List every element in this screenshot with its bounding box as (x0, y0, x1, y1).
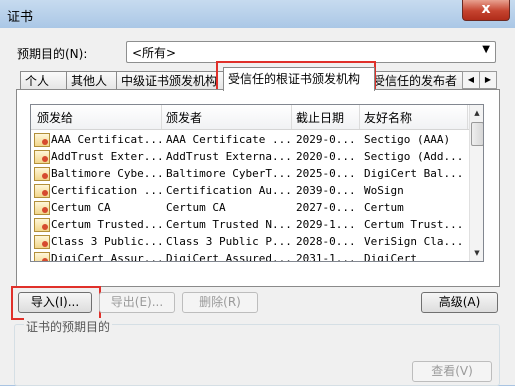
certificate-icon (34, 133, 50, 147)
tab-other-people[interactable]: 其他人 (66, 71, 120, 90)
highlight-box (11, 286, 101, 320)
tab-strip: 个人 其他人 中级证书颁发机构 受信任的根证书颁发机构 受信任的发布者 ◀ ▶ (16, 66, 498, 91)
list-header: 颁发给 颁发者 截止日期 友好名称 (31, 105, 469, 130)
table-row[interactable]: Certum Trusted... Certum Trusted N... 2029… (31, 216, 469, 233)
list-scrollbar[interactable]: ▲ ▼ (469, 105, 483, 261)
advanced-button[interactable]: 高级(A) (421, 292, 498, 313)
tab-intermediate-ca[interactable]: 中级证书颁发机构 (116, 71, 230, 90)
scroll-thumb[interactable] (471, 122, 483, 146)
window-title: 证书 (7, 10, 34, 25)
column-expiration[interactable]: 截止日期 (296, 109, 344, 126)
certificates-dialog: 证书 x 预期目的(N): <所有> ▼ 个人 其他人 中级证书颁发机构 受信任… (0, 0, 515, 386)
table-row[interactable]: DigiCert Assur... DigiCert Assured... 2031… (31, 250, 469, 261)
certificate-icon (34, 201, 50, 215)
table-row[interactable]: Class 3 Public... Class 3 Public P... 2028… (31, 233, 469, 250)
certificate-icon (34, 184, 50, 198)
tab-trusted-root-ca[interactable]: 受信任的根证书颁发机构 (223, 67, 375, 91)
table-row[interactable]: AddTrust Exter... AddTrust Externa... 2020… (31, 148, 469, 165)
title-bar: 证书 x (0, 0, 515, 28)
purposes-group-title: 证书的预期目的 (24, 318, 113, 335)
certificate-icon (34, 252, 50, 261)
table-row[interactable]: AAA Certificat... AAA Certificate ... 2029… (31, 131, 469, 148)
remove-button[interactable]: 删除(R) (182, 292, 258, 313)
purpose-value: <所有> (132, 46, 177, 60)
purpose-dropdown[interactable]: <所有> ▼ (126, 41, 496, 63)
close-button[interactable]: x (462, 0, 510, 21)
column-friendly-name[interactable]: 友好名称 (364, 109, 412, 126)
certificate-icon (34, 218, 50, 232)
certificate-icon (34, 235, 50, 249)
chevron-down-icon: ▼ (482, 44, 490, 55)
tab-personal[interactable]: 个人 (20, 71, 68, 90)
table-row[interactable]: Certum CA Certum CA 2027-0... Certum (31, 199, 469, 216)
column-issued-to[interactable]: 颁发给 (37, 109, 73, 126)
certificate-icon (34, 167, 50, 181)
certificate-icon (34, 150, 50, 164)
export-button[interactable]: 导出(E)... (99, 292, 175, 313)
table-row[interactable]: Certification ... Certification Au... 2039… (31, 182, 469, 199)
close-icon: x (481, 1, 491, 17)
table-row[interactable]: Baltimore Cybe... Baltimore CyberT... 2025… (31, 165, 469, 182)
tab-scroll-right-icon[interactable]: ▶ (479, 71, 497, 89)
certificate-list[interactable]: 颁发给 颁发者 截止日期 友好名称 AAA Certificat... AAA C… (30, 104, 484, 262)
column-issuer[interactable]: 颁发者 (166, 109, 202, 126)
view-button[interactable]: 查看(V) (412, 361, 492, 382)
tab-trusted-publishers[interactable]: 受信任的发布者 (368, 71, 469, 90)
scroll-down-icon[interactable]: ▼ (471, 246, 483, 260)
purpose-label: 预期目的(N): (17, 47, 88, 61)
scroll-up-icon[interactable]: ▲ (471, 106, 483, 120)
tab-scroll-left-icon[interactable]: ◀ (462, 71, 480, 89)
tab-panel: 颁发给 颁发者 截止日期 友好名称 AAA Certificat... AAA C… (16, 89, 500, 287)
